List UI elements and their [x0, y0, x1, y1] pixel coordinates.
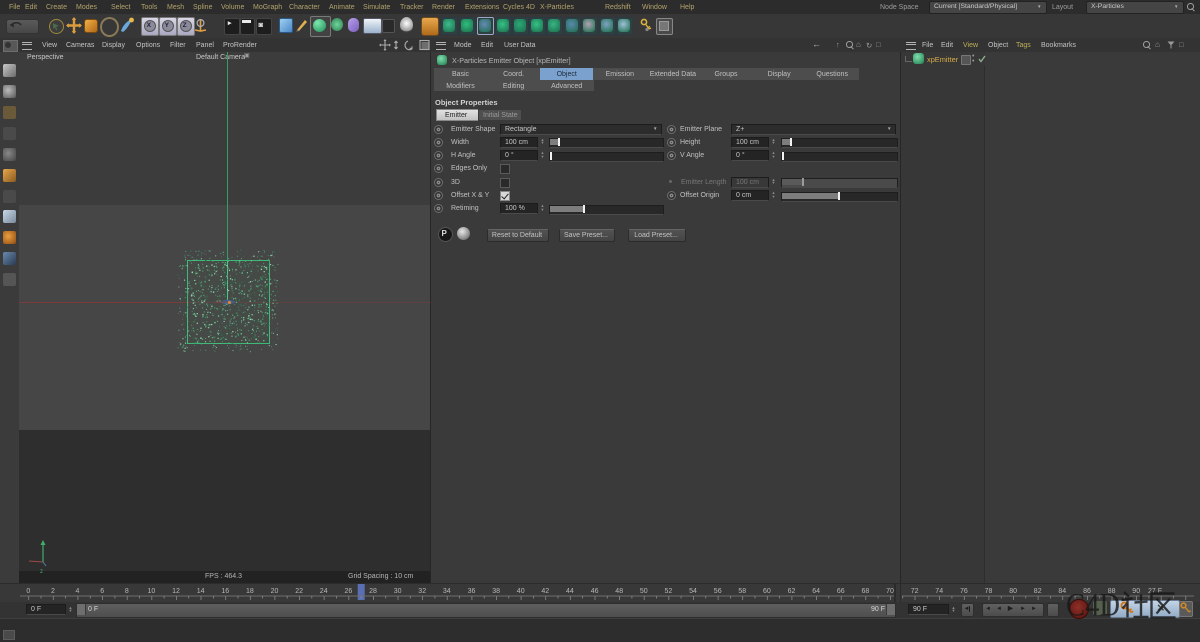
- svg-text:40: 40: [517, 588, 525, 595]
- svg-text:18: 18: [246, 588, 254, 595]
- svg-text:16: 16: [221, 588, 229, 595]
- svg-text:2: 2: [51, 588, 55, 595]
- svg-text:28: 28: [369, 588, 377, 595]
- svg-text:68: 68: [862, 588, 870, 595]
- svg-text:0: 0: [26, 588, 30, 595]
- svg-text:44: 44: [566, 588, 574, 595]
- svg-text:38: 38: [492, 588, 500, 595]
- svg-text:58: 58: [738, 588, 746, 595]
- svg-text:32: 32: [418, 588, 426, 595]
- svg-text:72: 72: [911, 588, 919, 595]
- svg-text:4: 4: [76, 588, 80, 595]
- svg-text:74: 74: [935, 588, 943, 595]
- svg-text:64: 64: [812, 588, 820, 595]
- svg-text:52: 52: [665, 588, 673, 595]
- svg-text:80: 80: [1009, 588, 1017, 595]
- svg-text:50: 50: [640, 588, 648, 595]
- svg-text:8: 8: [125, 588, 129, 595]
- svg-text:20: 20: [271, 588, 279, 595]
- svg-text:30: 30: [394, 588, 402, 595]
- svg-text:48: 48: [615, 588, 623, 595]
- svg-text:70: 70: [886, 588, 894, 595]
- svg-text:56: 56: [714, 588, 722, 595]
- svg-text:76: 76: [960, 588, 968, 595]
- svg-text:z: z: [40, 569, 43, 575]
- svg-text:C4D: C4D: [1066, 589, 1120, 623]
- svg-text:22: 22: [295, 588, 303, 595]
- svg-text:26: 26: [345, 588, 353, 595]
- svg-text:34: 34: [443, 588, 451, 595]
- svg-text:62: 62: [788, 588, 796, 595]
- svg-text:24: 24: [320, 588, 328, 595]
- svg-text:60: 60: [763, 588, 771, 595]
- svg-text:66: 66: [837, 588, 845, 595]
- svg-text:6: 6: [100, 588, 104, 595]
- svg-text:46: 46: [591, 588, 599, 595]
- svg-text:14: 14: [197, 588, 205, 595]
- svg-text:42: 42: [541, 588, 549, 595]
- svg-text:54: 54: [689, 588, 697, 595]
- svg-text:10: 10: [148, 588, 156, 595]
- svg-text:36: 36: [468, 588, 476, 595]
- svg-text:82: 82: [1034, 588, 1042, 595]
- svg-text:78: 78: [985, 588, 993, 595]
- svg-text:12: 12: [172, 588, 180, 595]
